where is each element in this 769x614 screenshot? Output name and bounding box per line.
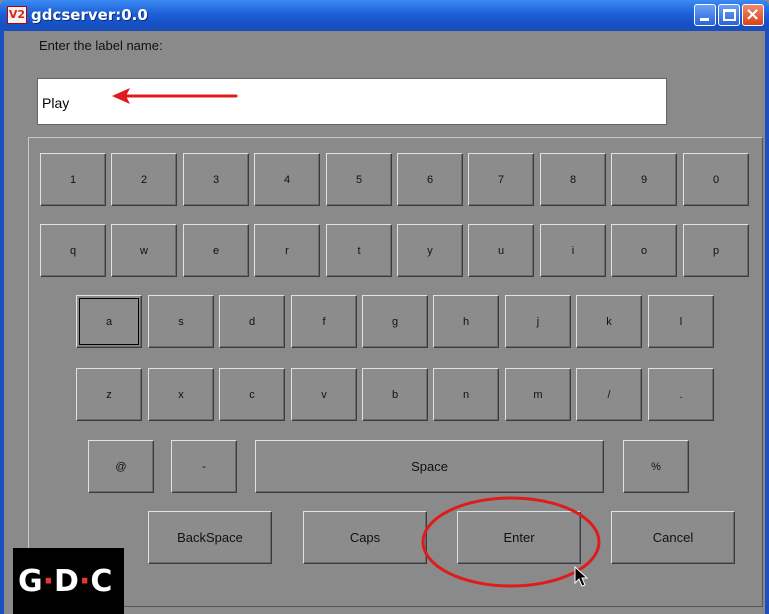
- annotation-arrow: [112, 88, 238, 104]
- app-icon: V2: [7, 6, 27, 24]
- window-frame-left: [0, 31, 4, 614]
- key-g[interactable]: g: [362, 295, 428, 348]
- logo-letter: C: [90, 564, 113, 599]
- window-frame-right: [765, 31, 769, 614]
- key-b[interactable]: b: [362, 368, 428, 421]
- key-x[interactable]: x: [148, 368, 214, 421]
- key-n[interactable]: n: [433, 368, 499, 421]
- key-v[interactable]: v: [291, 368, 357, 421]
- minimize-button[interactable]: [694, 4, 716, 26]
- key-4[interactable]: 4: [254, 153, 320, 206]
- key-e[interactable]: e: [183, 224, 249, 277]
- key-8[interactable]: 8: [540, 153, 606, 206]
- key-9[interactable]: 9: [611, 153, 677, 206]
- key-6[interactable]: 6: [397, 153, 463, 206]
- key-at[interactable]: @: [88, 440, 154, 493]
- key-p[interactable]: p: [683, 224, 749, 277]
- key-z[interactable]: z: [76, 368, 142, 421]
- key-percent[interactable]: %: [623, 440, 689, 493]
- logo-dot: ·: [42, 564, 55, 599]
- cancel-key[interactable]: Cancel: [611, 511, 735, 564]
- backspace-key[interactable]: BackSpace: [148, 511, 272, 564]
- key-u[interactable]: u: [468, 224, 534, 277]
- key-c[interactable]: c: [219, 368, 285, 421]
- key-m[interactable]: m: [505, 368, 571, 421]
- key-slash[interactable]: /: [576, 368, 642, 421]
- key-3[interactable]: 3: [183, 153, 249, 206]
- space-key[interactable]: Space: [255, 440, 604, 493]
- key-k[interactable]: k: [576, 295, 642, 348]
- key-l[interactable]: l: [648, 295, 714, 348]
- label-prompt: Enter the label name:: [39, 38, 163, 53]
- key-period[interactable]: .: [648, 368, 714, 421]
- key-5[interactable]: 5: [326, 153, 392, 206]
- title-bar[interactable]: V2 gdcserver:0.0 ×: [0, 0, 769, 31]
- key-w[interactable]: w: [111, 224, 177, 277]
- logo-letter: D: [54, 564, 79, 599]
- logo-letter: G: [18, 564, 43, 599]
- key-h[interactable]: h: [433, 295, 499, 348]
- key-t[interactable]: t: [326, 224, 392, 277]
- close-button[interactable]: ×: [742, 4, 764, 26]
- key-a[interactable]: a: [76, 295, 142, 348]
- key-y[interactable]: y: [397, 224, 463, 277]
- logo-dot: ·: [78, 564, 91, 599]
- key-j[interactable]: j: [505, 295, 571, 348]
- key-d[interactable]: d: [219, 295, 285, 348]
- caps-key[interactable]: Caps: [303, 511, 427, 564]
- key-o[interactable]: o: [611, 224, 677, 277]
- mouse-pointer-icon: [574, 566, 589, 587]
- window-title: gdcserver:0.0: [31, 6, 148, 24]
- key-s[interactable]: s: [148, 295, 214, 348]
- key-i[interactable]: i: [540, 224, 606, 277]
- maximize-icon: [723, 9, 736, 21]
- key-2[interactable]: 2: [111, 153, 177, 206]
- key-dash[interactable]: -: [171, 440, 237, 493]
- key-1[interactable]: 1: [40, 153, 106, 206]
- minimize-icon: [700, 18, 709, 21]
- key-r[interactable]: r: [254, 224, 320, 277]
- key-7[interactable]: 7: [468, 153, 534, 206]
- key-q[interactable]: q: [40, 224, 106, 277]
- maximize-button[interactable]: [718, 4, 740, 26]
- close-icon: ×: [745, 4, 761, 25]
- annotation-circle: [421, 496, 601, 588]
- key-0[interactable]: 0: [683, 153, 749, 206]
- key-f[interactable]: f: [291, 295, 357, 348]
- gdc-logo: G·D·C: [13, 548, 124, 614]
